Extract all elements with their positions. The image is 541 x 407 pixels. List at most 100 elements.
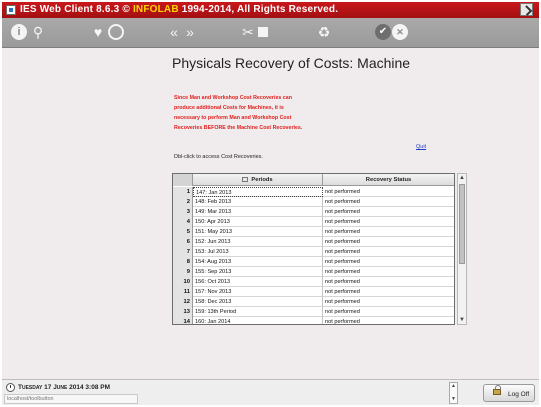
period-cell: 152: Jun 2013: [193, 237, 323, 247]
periods-grid: Periods Recovery Status 1 147: Jan 2013 no…: [172, 173, 455, 325]
row-number: 11: [173, 287, 193, 297]
period-cell: 149: Mar 2013: [193, 207, 323, 217]
table-row[interactable]: 10 156: Oct 2013 not performed: [173, 277, 454, 287]
history-icon[interactable]: [108, 24, 124, 40]
table-row[interactable]: 8 154: Aug 2013 not performed: [173, 257, 454, 267]
column-header-periods[interactable]: Periods: [193, 174, 323, 186]
status-cell: not performed: [325, 269, 360, 275]
grid-body: 1 147: Jan 2013 not performed 2 148: Feb 201…: [173, 187, 454, 325]
window-title: IES Web Client 8.6.3 © INFOLAB 1994-2014…: [20, 4, 338, 15]
period-cell: 157: Nov 2013: [193, 287, 323, 297]
grid-header: Periods Recovery Status: [173, 174, 454, 186]
confirm-check-icon[interactable]: ✔: [375, 24, 391, 40]
title-text: IES Web Client 8.6.3 ©: [20, 4, 133, 15]
warning-message: Since Man and Workshop Cost Recoveries c…: [174, 93, 314, 133]
table-row[interactable]: 2 148: Feb 2013 not performed: [173, 197, 454, 207]
status-scrollbar[interactable]: ▲ ▼: [449, 382, 458, 404]
forward-icon[interactable]: »: [182, 24, 198, 40]
table-row[interactable]: 6 152: Jun 2013 not performed: [173, 237, 454, 247]
clock-icon: [6, 383, 15, 392]
status-cell: not performed: [325, 189, 360, 195]
date-time: Tuesday 17 June 2014 3:08 PM: [6, 383, 110, 392]
warning-line: produce additional Costs for Machines, i…: [174, 105, 284, 111]
favorite-heart-icon[interactable]: ♥: [90, 24, 106, 40]
period-cell: 154: Aug 2013: [193, 257, 323, 267]
quit-link[interactable]: Quit: [416, 144, 426, 150]
date-time-text: Tuesday 17 June 2014 3:08 PM: [18, 384, 110, 392]
column-header-label: Periods: [251, 177, 273, 183]
log-off-button[interactable]: Log Off: [483, 384, 535, 402]
period-cell: 147: Jan 2013: [193, 187, 323, 197]
status-cell: not performed: [325, 249, 360, 255]
period-cell: 153: Jul 2013: [193, 247, 323, 257]
row-number: 9: [173, 267, 193, 277]
table-row[interactable]: 4 150: Apr 2013 not performed: [173, 217, 454, 227]
table-row[interactable]: 14 160: Jan 2014 not performed: [173, 317, 454, 325]
scroll-thumb[interactable]: [459, 184, 465, 264]
status-cell: not performed: [325, 229, 360, 235]
period-cell: 158: Dec 2013: [193, 297, 323, 307]
scroll-up-icon[interactable]: ▲: [450, 383, 457, 390]
warning-line: necessary to perform Man and Workshop Co…: [174, 115, 292, 121]
table-row[interactable]: 3 149: Mar 2013 not performed: [173, 207, 454, 217]
status-cell: not performed: [325, 199, 360, 205]
instruction-text: Dbl-click to access Cost Recoveries.: [174, 154, 263, 160]
column-icon: [242, 176, 249, 182]
period-cell: 151: May 2013: [193, 227, 323, 237]
cancel-x-icon[interactable]: ✕: [392, 24, 408, 40]
page-title: Physicals Recovery of Costs: Machine: [172, 55, 411, 71]
row-number: 12: [173, 297, 193, 307]
row-number: 4: [173, 217, 193, 227]
app-window: IES Web Client 8.6.3 © INFOLAB 1994-2014…: [0, 0, 541, 407]
period-cell: 150: Apr 2013: [193, 217, 323, 227]
status-url: localhost/toolbutton: [4, 394, 138, 404]
back-icon[interactable]: «: [166, 24, 182, 40]
table-row[interactable]: 7 153: Jul 2013 not performed: [173, 247, 454, 257]
status-cell: not performed: [325, 209, 360, 215]
table-row[interactable]: 13 159: 13th Period not performed: [173, 307, 454, 317]
info-icon[interactable]: i: [11, 24, 27, 40]
scroll-down-icon[interactable]: ▼: [458, 316, 466, 324]
row-number: 3: [173, 207, 193, 217]
restore-window-icon[interactable]: [520, 3, 533, 16]
status-cell: not performed: [325, 259, 360, 265]
app-icon: [6, 5, 16, 15]
brand-name: INFOLAB: [132, 4, 179, 15]
row-number: 2: [173, 197, 193, 207]
table-row[interactable]: 9 155: Sep 2013 not performed: [173, 267, 454, 277]
scroll-up-icon[interactable]: ▲: [458, 174, 466, 182]
status-cell: not performed: [325, 309, 360, 315]
row-number: 14: [173, 317, 193, 324]
status-cell: not performed: [325, 279, 360, 285]
grid-scrollbar[interactable]: ▲ ▼: [457, 173, 467, 325]
toolbar: i ⚲ ♥ « » ✂ ♻ ✔ ✕: [2, 18, 539, 48]
search-icon[interactable]: ⚲: [30, 24, 46, 40]
warning-line: Since Man and Workshop Cost Recoveries c…: [174, 95, 292, 101]
recycle-icon[interactable]: ♻: [316, 24, 332, 40]
row-number-header: [173, 174, 193, 186]
period-cell: 155: Sep 2013: [193, 267, 323, 277]
table-row[interactable]: 5 151: May 2013 not performed: [173, 227, 454, 237]
status-cell: not performed: [325, 319, 360, 325]
period-cell: 148: Feb 2013: [193, 197, 323, 207]
scroll-down-icon[interactable]: ▼: [450, 396, 457, 403]
status-cell: not performed: [325, 219, 360, 225]
row-number: 10: [173, 277, 193, 287]
table-row[interactable]: 12 158: Dec 2013 not performed: [173, 297, 454, 307]
status-cell: not performed: [325, 289, 360, 295]
title-bar: IES Web Client 8.6.3 © INFOLAB 1994-2014…: [2, 2, 539, 18]
tools-icon[interactable]: ✂: [240, 24, 256, 40]
row-number: 8: [173, 257, 193, 267]
row-number: 5: [173, 227, 193, 237]
period-cell: 160: Jan 2014: [193, 317, 323, 324]
row-number: 13: [173, 307, 193, 317]
period-cell: 156: Oct 2013: [193, 277, 323, 287]
stop-square-icon[interactable]: [258, 27, 268, 37]
table-row[interactable]: 1 147: Jan 2013 not performed: [173, 187, 454, 197]
status-bar: Tuesday 17 June 2014 3:08 PM localhost/t…: [2, 379, 539, 405]
status-cell: not performed: [325, 239, 360, 245]
table-row[interactable]: 11 157: Nov 2013 not performed: [173, 287, 454, 297]
warning-line: Recoveries BEFORE the Machine Cost Recov…: [174, 125, 303, 131]
column-header-recovery-status[interactable]: Recovery Status: [323, 174, 454, 186]
row-number: 1: [173, 187, 193, 197]
